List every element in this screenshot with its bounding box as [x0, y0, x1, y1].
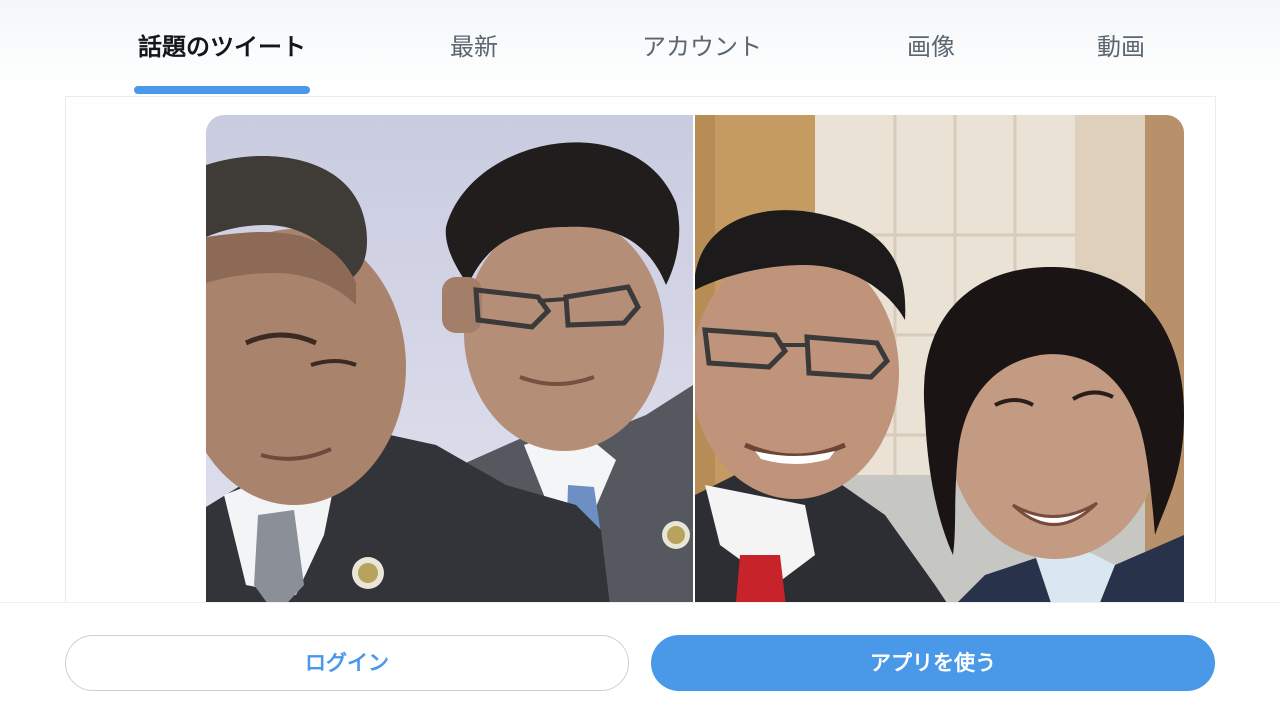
tab-images[interactable]: 画像 — [884, 26, 978, 68]
tweet-photo-1[interactable] — [206, 115, 693, 615]
use-app-button[interactable]: アプリを使う — [651, 635, 1215, 691]
search-tab-bar: 話題のツイート 最新 アカウント 画像 動画 — [0, 0, 1280, 96]
tweet-media-grid — [206, 115, 1184, 615]
page: 話題のツイート 最新 アカウント 画像 動画 ログイン アプリを使う — [0, 0, 1280, 719]
bottom-action-bar: ログイン アプリを使う — [0, 602, 1280, 719]
active-tab-indicator — [134, 86, 310, 94]
tab-videos[interactable]: 動画 — [1074, 26, 1168, 68]
tab-latest[interactable]: 最新 — [430, 26, 518, 68]
photo-selfie-man-and-woman — [695, 115, 1184, 615]
tweet-photo-2[interactable] — [695, 115, 1184, 615]
login-button[interactable]: ログイン — [65, 635, 629, 691]
photo-two-men-in-suits — [206, 115, 693, 615]
tab-accounts[interactable]: アカウント — [632, 26, 772, 68]
tab-top-tweets[interactable]: 話題のツイート — [134, 26, 310, 68]
